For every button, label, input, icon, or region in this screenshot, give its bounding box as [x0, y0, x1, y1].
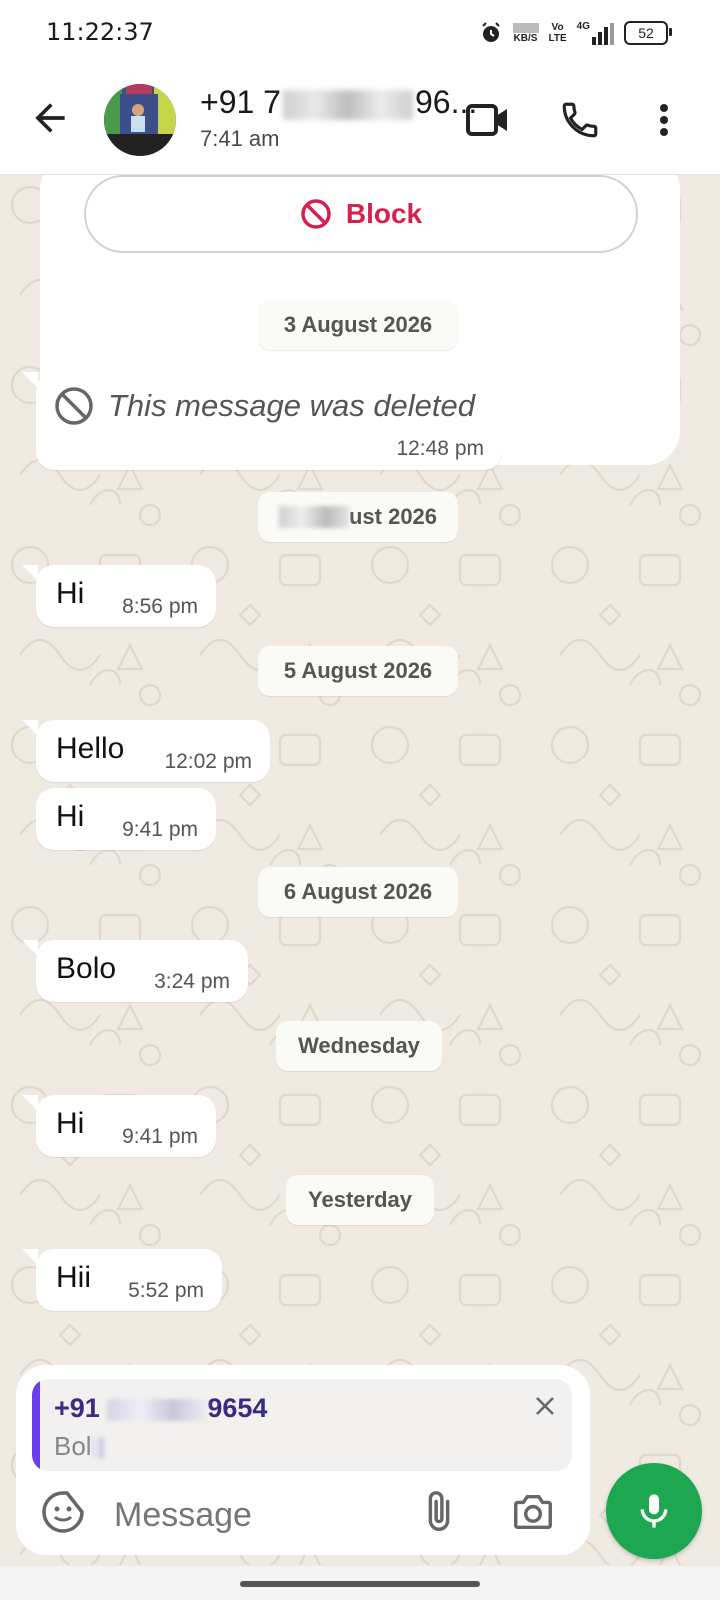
message-text: Hi [56, 800, 85, 833]
message-bubble[interactable]: Hi 8:56 pm [22, 565, 216, 627]
reply-text: Bol [54, 1431, 106, 1462]
camera-button[interactable] [510, 1489, 560, 1539]
message-time: 9:41 pm [122, 818, 198, 841]
date-chip: Yesterday [286, 1175, 434, 1225]
message-text: Bolo [56, 952, 117, 985]
volte-indicator: Vo LTE [548, 22, 567, 44]
avatar-image [104, 84, 176, 156]
block-label: Block [345, 198, 423, 229]
date-chip: 5 August 2026 [258, 646, 458, 696]
deleted-message-bubble[interactable]: This message was deleted 12:48 pm [22, 372, 502, 470]
close-reply-button[interactable] [528, 1389, 562, 1423]
message-time: 12:02 pm [164, 750, 252, 773]
block-icon [301, 199, 331, 229]
redacted-mask [107, 1398, 208, 1421]
sticker-icon [42, 1491, 84, 1533]
block-button[interactable]: Block [84, 175, 638, 253]
last-seen: 7:41 am [200, 126, 280, 151]
message-bubble[interactable]: Bolo 3:24 pm [22, 940, 248, 1002]
message-time: 12:48 pm [396, 437, 484, 460]
redacted-mask [91, 1437, 106, 1460]
net-speed: KB/S [512, 22, 539, 44]
date-chip: Wednesday [276, 1021, 442, 1071]
contact-name[interactable]: +91 7 96... [200, 84, 477, 121]
system-nav-bar [0, 1566, 720, 1600]
message-text: Hi [56, 577, 85, 610]
date-chip: 6 August 2026 [258, 867, 458, 917]
alarm-icon [481, 22, 500, 42]
phone-icon [562, 102, 598, 138]
message-time: 3:24 pm [154, 970, 230, 993]
battery-indicator: 52 [624, 21, 672, 45]
message-text: Hii [56, 1261, 91, 1294]
message-time: 9:41 pm [122, 1125, 198, 1148]
sticker-button[interactable] [40, 1489, 90, 1539]
deleted-message-text: This message was deleted [108, 388, 476, 423]
voice-call-button[interactable] [552, 92, 608, 148]
message-text: Hello [56, 732, 125, 765]
mic-icon [640, 1494, 668, 1528]
reply-preview[interactable]: +91 9654 Bol [32, 1379, 572, 1471]
reply-accent-bar [32, 1379, 40, 1471]
message-text: Hi [56, 1107, 85, 1140]
more-options-button[interactable] [636, 92, 692, 148]
attach-icon [428, 1491, 450, 1531]
signal-icon: 4G [577, 21, 614, 45]
message-bubble[interactable]: Hi 9:41 pm [36, 788, 216, 850]
video-call-button[interactable] [460, 92, 516, 148]
deleted-icon [55, 387, 93, 425]
more-vert-icon [660, 104, 668, 136]
status-bar: 11:22:37 KB/S Vo LTE 4G 52 [0, 0, 720, 66]
date-chip: 3 August 2026 [258, 300, 458, 350]
message-input[interactable] [112, 1489, 396, 1541]
back-button[interactable] [28, 96, 72, 140]
avatar[interactable] [104, 84, 176, 156]
chat-header: +91 7 96... 7:41 am [0, 66, 720, 175]
camera-icon [514, 1494, 552, 1530]
message-bubble[interactable]: Hii 5:52 pm [22, 1249, 222, 1311]
status-icons: KB/S Vo LTE 4G 52 [479, 18, 672, 48]
redacted-mask [278, 506, 349, 528]
voice-record-button[interactable] [606, 1463, 702, 1559]
message-time: 8:56 pm [122, 595, 198, 618]
video-call-icon [466, 104, 507, 136]
chat-area[interactable]: Block 3 August 2026 This message was del… [0, 175, 720, 1565]
home-indicator[interactable] [240, 1581, 480, 1587]
back-arrow-icon [35, 103, 65, 133]
redacted-mask [282, 89, 413, 120]
reply-sender: +91 9654 [54, 1393, 268, 1423]
close-icon [536, 1397, 554, 1415]
status-time: 11:22:37 [46, 18, 154, 46]
message-bubble[interactable]: Hi 9:41 pm [22, 1095, 216, 1157]
message-bubble[interactable]: Hello 12:02 pm [22, 720, 270, 782]
attach-button[interactable] [416, 1489, 466, 1539]
composer: +91 9654 Bol [16, 1365, 590, 1555]
message-time: 5:52 pm [128, 1279, 204, 1302]
date-chip: ust 2026 [258, 492, 458, 542]
message-input-row [16, 1477, 590, 1555]
